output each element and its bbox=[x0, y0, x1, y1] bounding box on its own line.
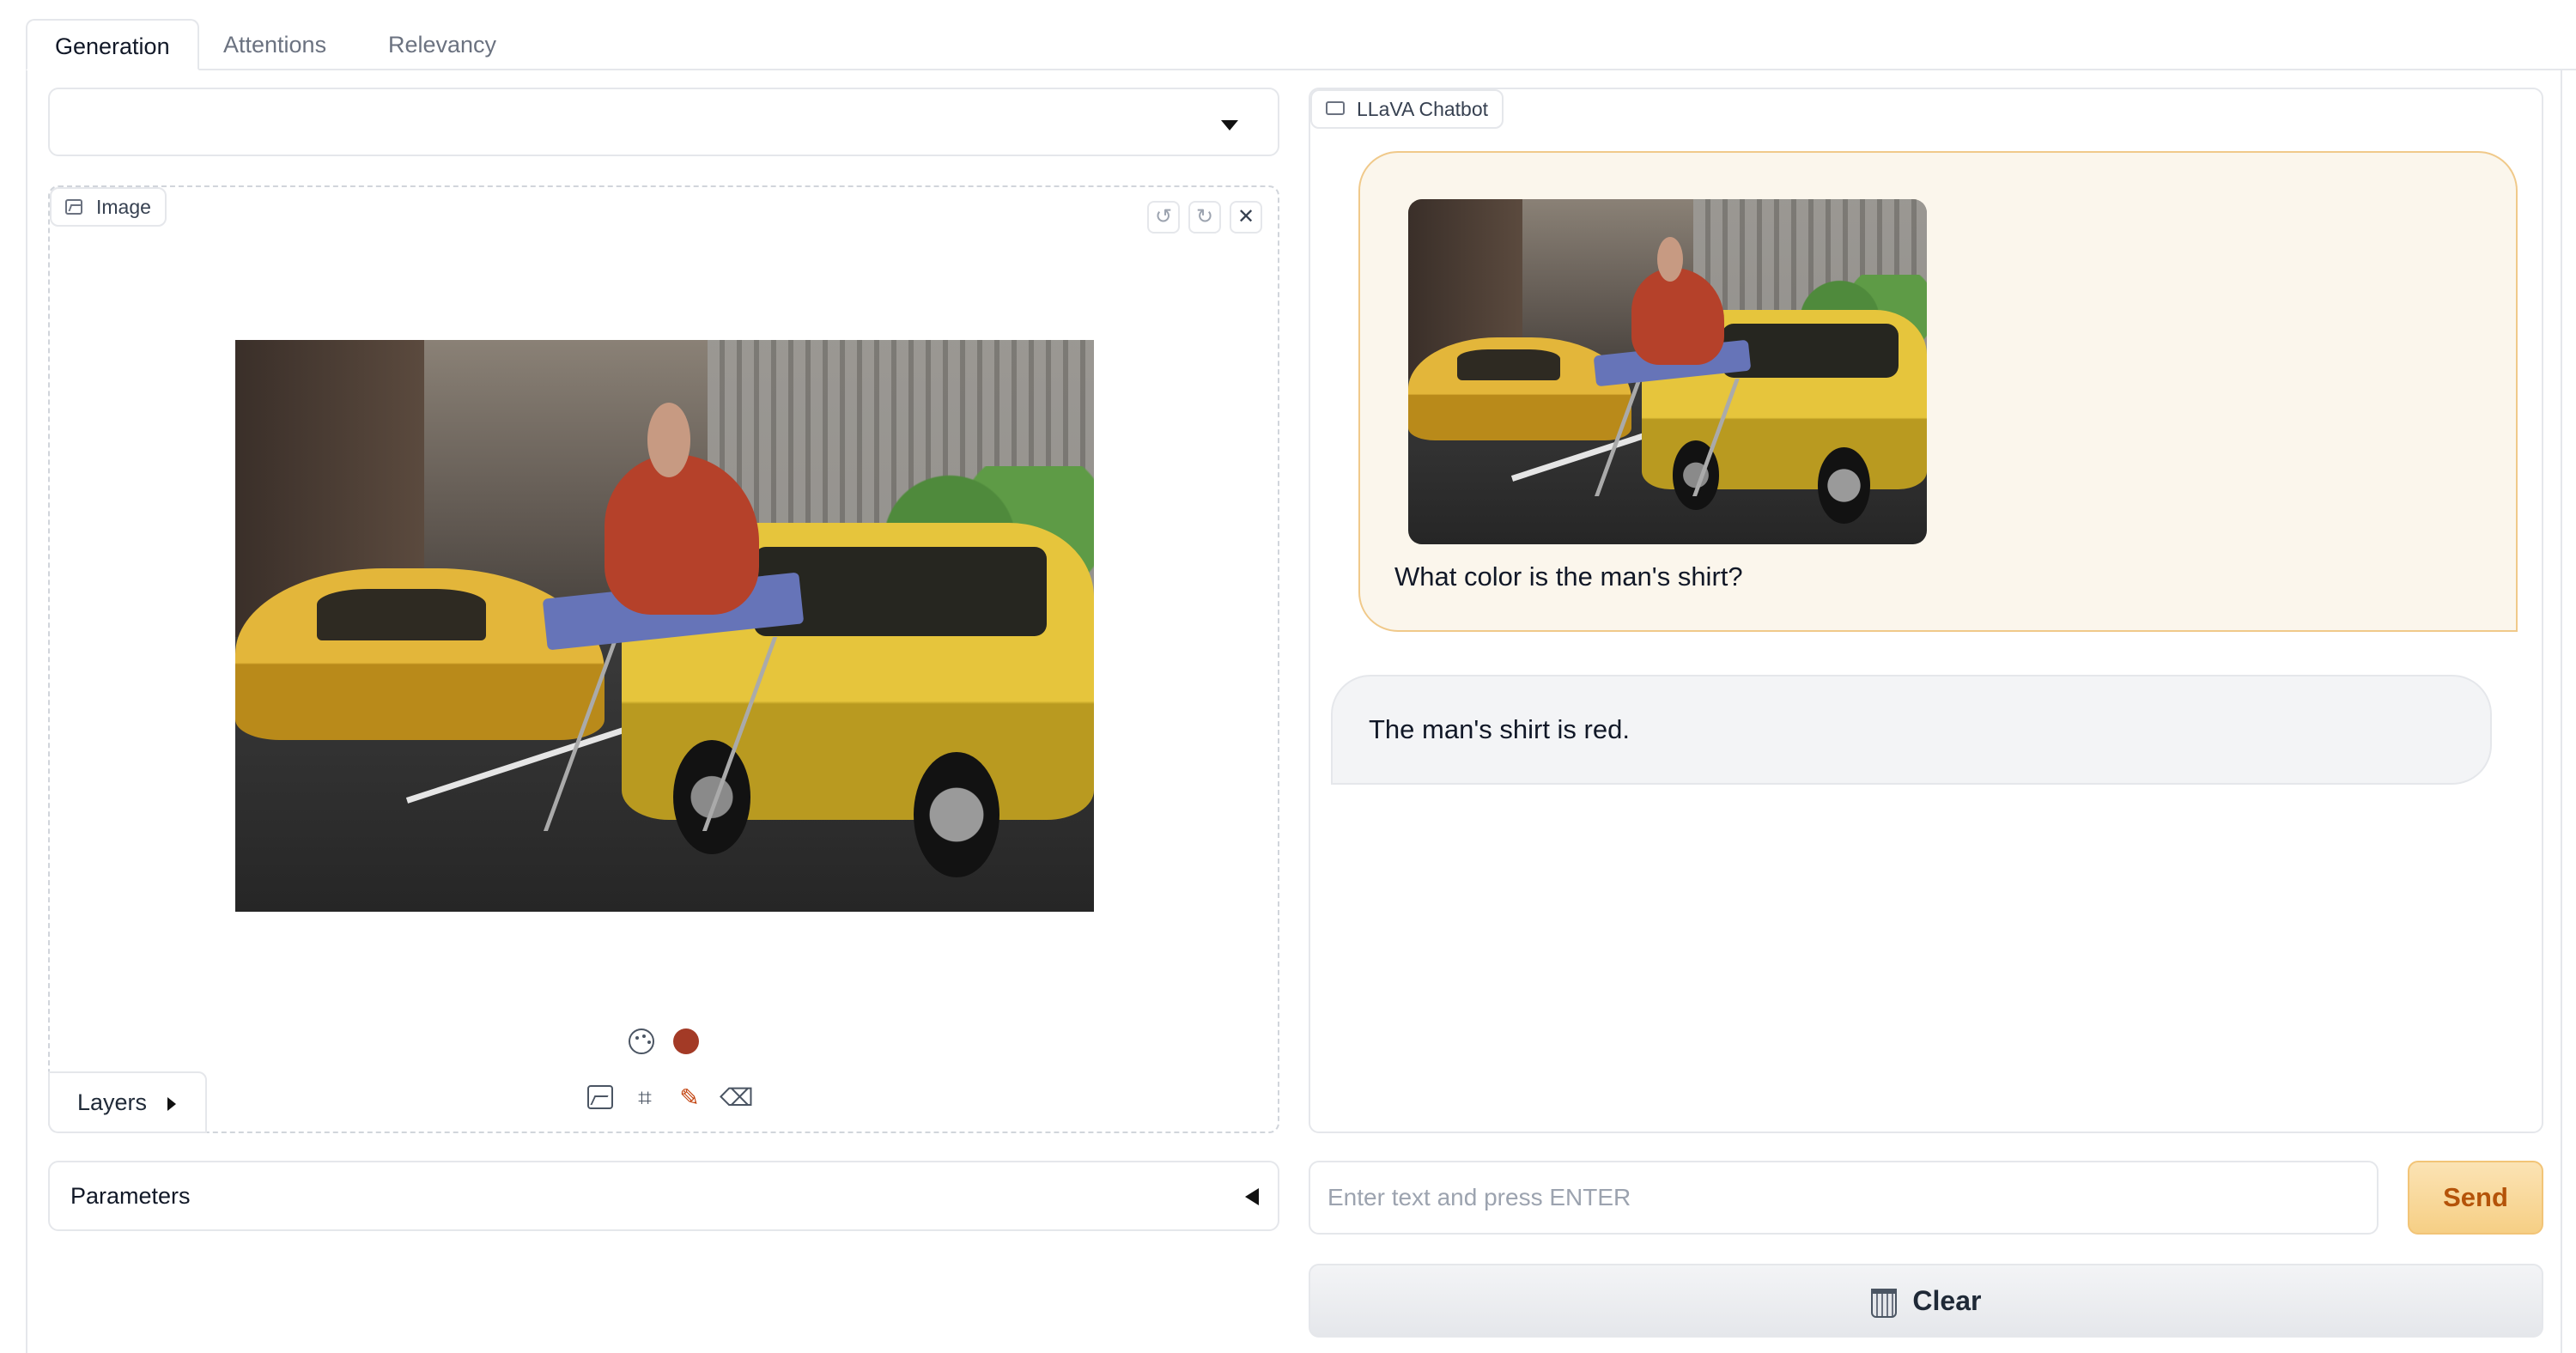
image-icon bbox=[65, 199, 82, 215]
user-message: What color is the man's shirt? bbox=[1358, 151, 2518, 632]
chat-icon bbox=[1326, 101, 1345, 115]
palette-icon[interactable] bbox=[629, 1028, 654, 1054]
parameters-accordion[interactable]: Parameters bbox=[48, 1161, 1279, 1231]
parameters-label: Parameters bbox=[70, 1183, 191, 1209]
tab-attentions[interactable]: Attentions bbox=[196, 19, 354, 70]
chatbot-label: LLaVA Chatbot bbox=[1310, 89, 1504, 129]
assistant-message-text: The man's shirt is red. bbox=[1369, 714, 1630, 744]
chat-text-input[interactable] bbox=[1309, 1161, 2379, 1235]
send-button[interactable]: Send bbox=[2408, 1161, 2543, 1235]
wastebasket-icon bbox=[1870, 1288, 1897, 1318]
redo-icon[interactable]: ↻ bbox=[1188, 201, 1221, 234]
image-upload-icon[interactable] bbox=[587, 1085, 613, 1109]
model-dropdown[interactable] bbox=[48, 88, 1279, 156]
editor-canvas-image[interactable] bbox=[235, 340, 1094, 912]
assistant-message: The man's shirt is red. bbox=[1331, 675, 2492, 785]
image-editor[interactable]: Image ↺ ↻ ✕ ⌗ ✎ ⌫ bbox=[48, 185, 1279, 1133]
brush-icon[interactable]: ✎ bbox=[675, 1083, 704, 1113]
layers-button[interactable]: Layers bbox=[48, 1071, 207, 1133]
crop-icon[interactable]: ⌗ bbox=[630, 1083, 659, 1113]
chatbot-label-text: LLaVA Chatbot bbox=[1357, 98, 1489, 120]
tab-generation[interactable]: Generation bbox=[26, 19, 199, 70]
clear-button-label: Clear bbox=[1912, 1285, 1982, 1316]
eraser-icon[interactable]: ⌫ bbox=[720, 1083, 754, 1113]
image-label: Image bbox=[50, 187, 167, 227]
close-icon[interactable]: ✕ bbox=[1230, 201, 1262, 234]
layers-label: Layers bbox=[77, 1089, 148, 1115]
user-message-image[interactable] bbox=[1408, 199, 1927, 544]
clear-button[interactable]: Clear bbox=[1309, 1264, 2543, 1338]
chevron-right-icon bbox=[167, 1096, 176, 1111]
tab-relevancy[interactable]: Relevancy bbox=[361, 19, 524, 70]
image-label-text: Image bbox=[96, 196, 151, 218]
collapse-arrow-icon[interactable] bbox=[1245, 1188, 1259, 1205]
chevron-down-icon[interactable] bbox=[1221, 120, 1238, 130]
undo-icon[interactable]: ↺ bbox=[1147, 201, 1180, 234]
brush-color-swatch[interactable] bbox=[673, 1028, 699, 1054]
user-message-text: What color is the man's shirt? bbox=[1394, 561, 1743, 592]
